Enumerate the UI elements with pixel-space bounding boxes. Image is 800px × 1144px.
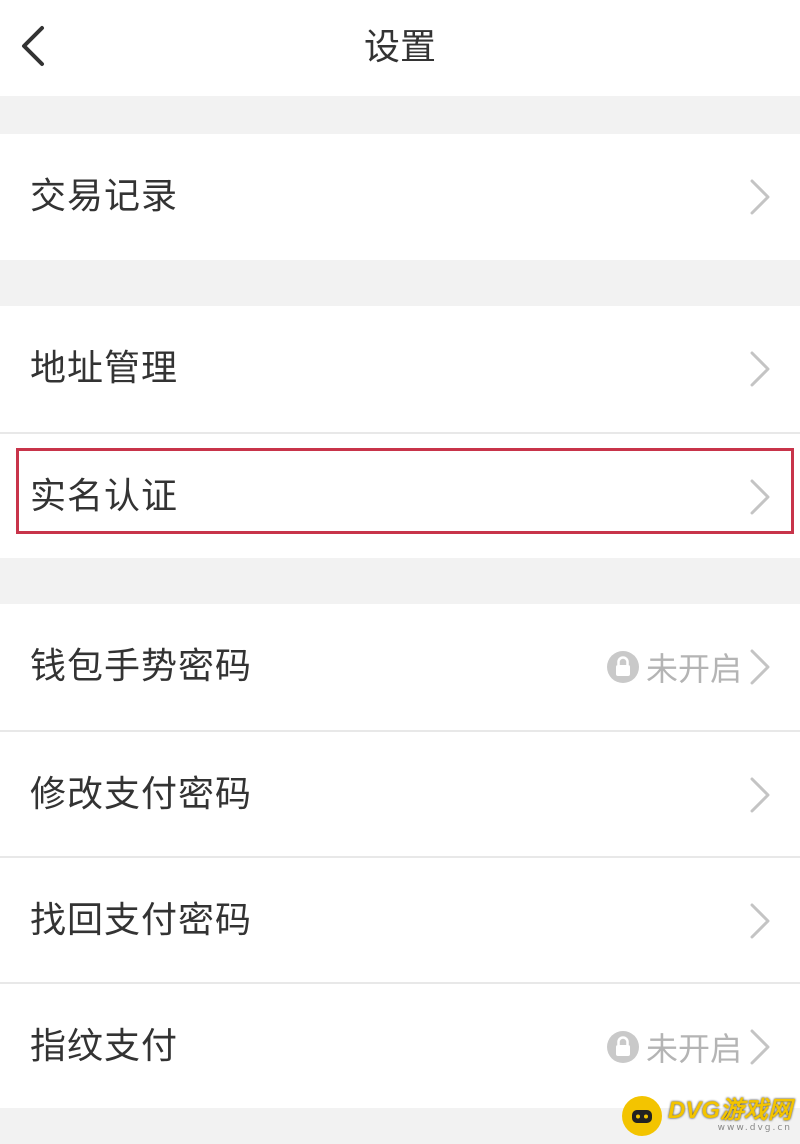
watermark-sub: www.dvg.cn (717, 1123, 792, 1133)
nav-bar: 设置 (0, 0, 800, 96)
settings-group-1: 交易记录 (0, 134, 800, 260)
watermark-text-block: DVG游戏网 www.dvg.cn (667, 1097, 792, 1134)
chevron-right-icon (750, 777, 770, 813)
row-label: 修改支付密码 (30, 774, 253, 815)
settings-row-address[interactable]: 地址管理 (0, 306, 800, 432)
settings-row-fingerprint-pay[interactable]: 指纹支付 未开启 (0, 982, 800, 1108)
chevron-right-icon (750, 479, 770, 515)
watermark: DVG游戏网 www.dvg.cn (621, 1092, 792, 1140)
settings-row-real-name[interactable]: 实名认证 (0, 432, 800, 558)
settings-row-change-pay-password[interactable]: 修改支付密码 (0, 730, 800, 856)
status-text: 未开启 (645, 1030, 742, 1068)
settings-row-gesture-password[interactable]: 钱包手势密码 未开启 (0, 604, 800, 730)
lock-icon (606, 1031, 639, 1063)
chevron-right-icon (750, 903, 770, 939)
settings-group-2: 地址管理 实名认证 (0, 306, 800, 558)
lock-icon (606, 651, 639, 683)
status-text: 未开启 (645, 650, 742, 688)
row-label: 实名认证 (30, 476, 179, 517)
chevron-right-icon (750, 351, 770, 387)
row-label: 指纹支付 (30, 1026, 179, 1067)
status-indicator: 未开启 (606, 604, 742, 730)
row-label: 找回支付密码 (30, 900, 253, 941)
chevron-right-icon (750, 179, 770, 215)
page-title: 设置 (363, 27, 436, 68)
row-label: 地址管理 (30, 348, 179, 389)
chevron-right-icon (750, 1029, 770, 1065)
row-label: 交易记录 (30, 176, 179, 217)
settings-page: 设置 交易记录 地址管理 实名认证 钱包手势密码 未开启 修改支付密码 找回支付… (0, 0, 800, 1144)
chevron-right-icon (750, 649, 770, 685)
row-label: 钱包手势密码 (30, 646, 253, 687)
settings-row-recover-pay-password[interactable]: 找回支付密码 (0, 856, 800, 982)
settings-row-transactions[interactable]: 交易记录 (0, 134, 800, 260)
settings-group-3: 钱包手势密码 未开启 修改支付密码 找回支付密码 指纹支付 未开启 (0, 604, 800, 1108)
watermark-text: DVG游戏网 (667, 1097, 792, 1124)
gamepad-icon (621, 1096, 662, 1136)
